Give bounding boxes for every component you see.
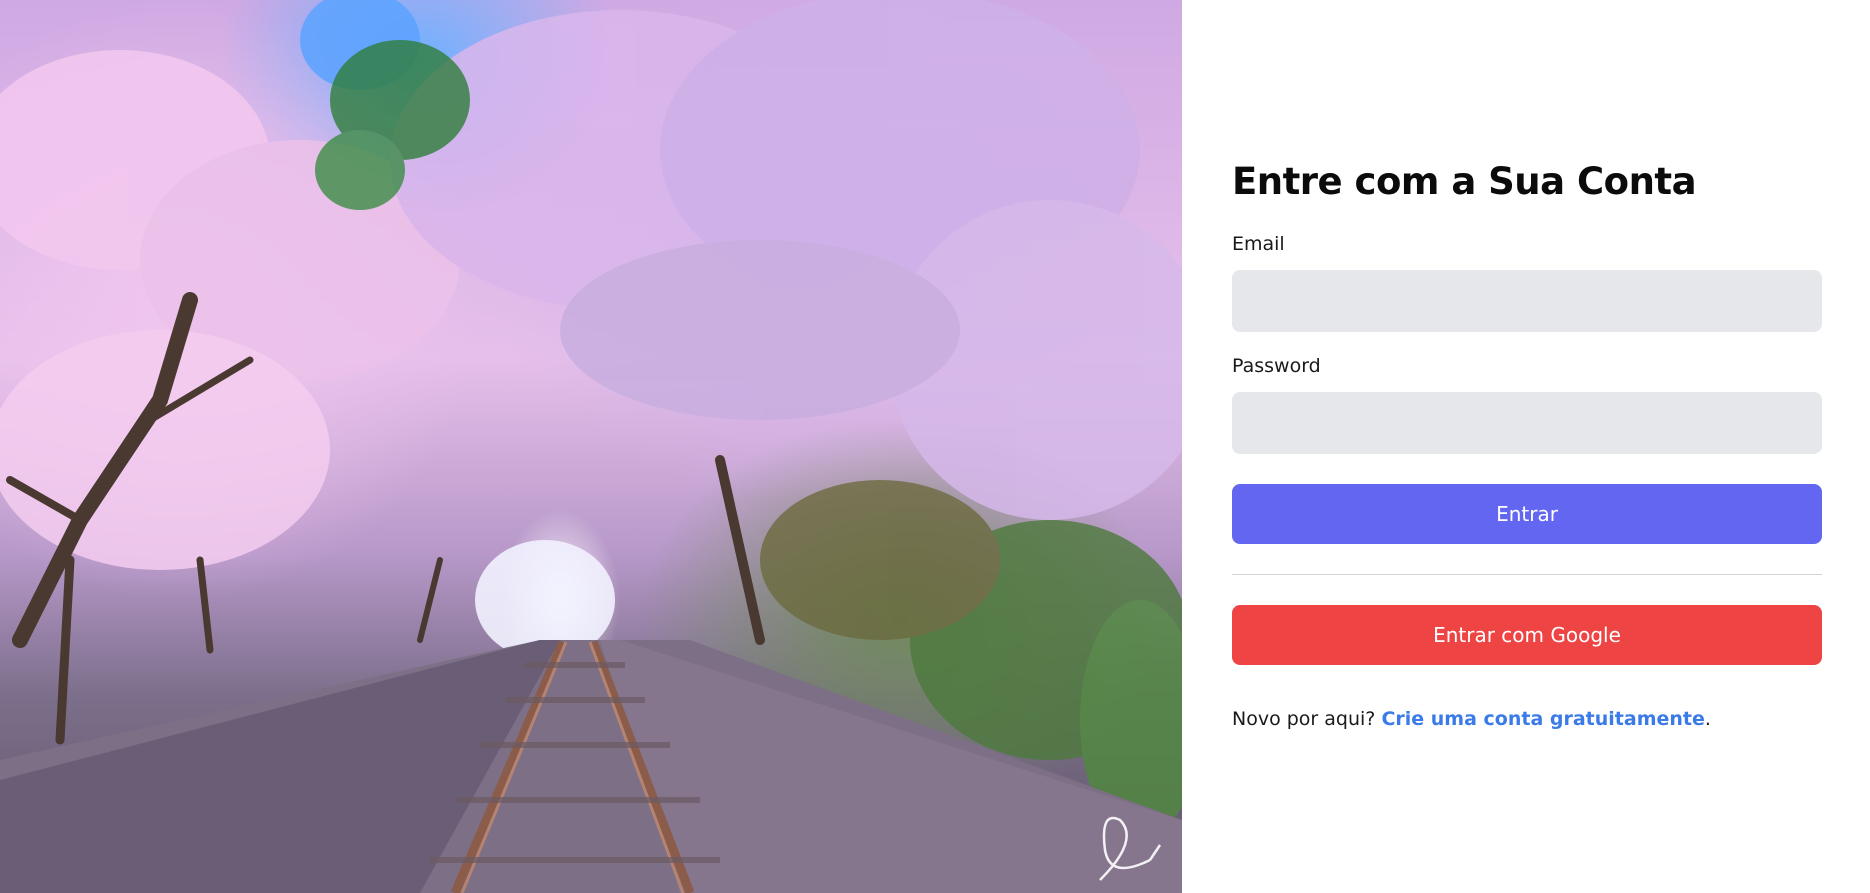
signup-link[interactable]: Crie uma conta gratuitamente [1381, 708, 1704, 730]
email-field[interactable] [1232, 270, 1822, 332]
signup-suffix: . [1704, 708, 1711, 730]
email-label: Email [1232, 233, 1285, 255]
hero-image [0, 0, 1182, 893]
password-label: Password [1232, 355, 1321, 377]
page-title: Entre com a Sua Conta [1232, 160, 1697, 203]
divider [1232, 574, 1822, 575]
google-login-button[interactable]: Entrar com Google [1232, 605, 1822, 665]
login-button[interactable]: Entrar [1232, 484, 1822, 544]
signup-prefix: Novo por aqui? [1232, 708, 1382, 730]
hero-illustration [0, 0, 1182, 893]
password-field[interactable] [1232, 392, 1822, 454]
signup-prompt: Novo por aqui? Crie uma conta gratuitame… [1232, 708, 1711, 730]
login-panel: Entre com a Sua Conta Email Password Ent… [1232, 0, 1822, 893]
